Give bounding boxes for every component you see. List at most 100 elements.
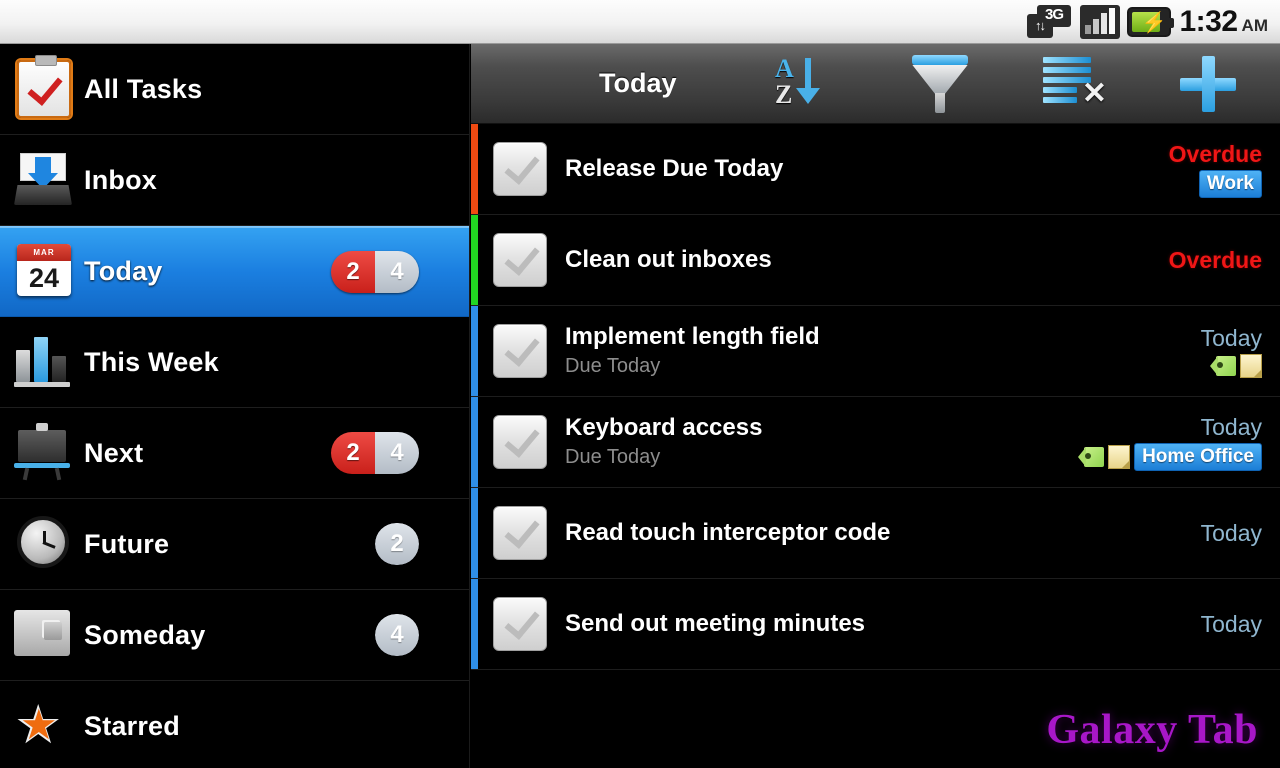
task-meta: Today (1201, 611, 1262, 637)
sidebar-badge-someday: 4 (375, 614, 419, 656)
sidebar-item-label: Someday (84, 619, 206, 650)
task-meta: Today (1201, 520, 1262, 546)
task-row[interactable]: Clean out inboxes Overdue (471, 215, 1280, 306)
task-row[interactable]: Keyboard access Due Today Today Home Off… (471, 397, 1280, 488)
note-icon (1108, 444, 1131, 469)
badge-overdue-count: 2 (331, 432, 375, 474)
due-status: Today (1200, 520, 1262, 546)
task-row[interactable]: Read touch interceptor code Today (471, 488, 1280, 579)
task-title: Read touch interceptor code (565, 519, 891, 546)
task-title: Implement length field (565, 323, 820, 350)
status-bar: 3G ↑↓ ⚡ 1:32 AM (0, 0, 1280, 44)
clock-meridiem: AM (1241, 15, 1268, 35)
priority-bar (471, 306, 478, 396)
device-watermark: Galaxy Tab (1046, 707, 1258, 753)
task-meta: Today Home Office (1078, 414, 1262, 471)
tag-icon (1078, 446, 1105, 467)
filter-funnel-icon[interactable] (908, 53, 972, 115)
task-text: Implement length field Due Today (565, 323, 1201, 379)
signal-bars-icon (1079, 4, 1120, 39)
clipboard-icon (14, 55, 76, 120)
sidebar-item-next[interactable]: Next 2 4 (0, 408, 469, 499)
task-meta: Today (1201, 325, 1262, 378)
task-checkbox[interactable] (493, 142, 547, 196)
task-title: Send out meeting minutes (565, 610, 866, 637)
sidebar-item-label: This Week (84, 346, 219, 377)
priority-bar (471, 579, 478, 669)
sidebar-item-label: Starred (84, 710, 180, 741)
page-title: Today (599, 68, 677, 98)
priority-bar (471, 397, 478, 487)
sidebar-item-starred[interactable]: ★ ★ Starred (0, 681, 469, 768)
main-panel: Today AZ ✕ Release Due Today Overdue Wor… (471, 44, 1280, 768)
sidebar-item-future[interactable]: Future 2 (0, 499, 469, 590)
task-checkbox[interactable] (493, 324, 547, 378)
due-status: Overdue (1168, 247, 1262, 273)
task-text: Release Due Today (565, 155, 1169, 183)
star-icon: ★ ★ (14, 695, 63, 755)
task-title: Keyboard access (565, 414, 763, 441)
task-row[interactable]: Release Due Today Overdue Work (471, 124, 1280, 215)
task-list: Release Due Today Overdue Work Clean out… (471, 124, 1280, 670)
task-title: Clean out inboxes (565, 246, 772, 273)
archive-box-icon (14, 604, 76, 666)
tag-icon (1210, 355, 1236, 376)
android-tablet-screen: 3G ↑↓ ⚡ 1:32 AM All Tasks Inbox MAR 24 T… (0, 0, 1280, 768)
context-badge: Home Office (1134, 442, 1262, 471)
bar-chart-icon (14, 331, 76, 393)
task-text: Send out meeting minutes (565, 610, 1201, 638)
sidebar-item-label: Today (84, 256, 163, 286)
due-status: Today (1200, 324, 1262, 351)
task-subtitle: Due Today (565, 446, 661, 468)
sidebar-item-label: All Tasks (84, 73, 203, 104)
sidebar-item-label: Future (84, 528, 170, 559)
sidebar-item-this-week[interactable]: This Week (0, 317, 469, 408)
sidebar-item-inbox[interactable]: Inbox (0, 135, 469, 226)
add-plus-icon[interactable] (1176, 53, 1240, 115)
sidebar-badge-today: 2 4 (331, 250, 419, 293)
3g-icon: 3G ↑↓ (1026, 4, 1073, 39)
note-icon (1240, 353, 1262, 378)
task-title: Release Due Today (565, 155, 784, 182)
task-badges: Home Office (1078, 442, 1262, 471)
clock-icon (14, 513, 76, 575)
task-row[interactable]: Send out meeting minutes Today (471, 579, 1280, 670)
task-text: Read touch interceptor code (565, 519, 1201, 547)
badge-total-count: 2 (375, 523, 419, 565)
badge-overdue-count: 2 (331, 250, 375, 293)
sidebar-badge-next: 2 4 (331, 432, 419, 474)
sidebar-item-today[interactable]: MAR 24 Today 2 4 (0, 226, 469, 317)
sidebar-item-label: Inbox (84, 164, 157, 195)
badge-total-count: 4 (375, 432, 419, 474)
task-checkbox[interactable] (493, 597, 547, 651)
clear-list-icon[interactable]: ✕ (1042, 53, 1107, 115)
task-subtitle: Due Today (565, 355, 661, 377)
task-text: Keyboard access Due Today (565, 414, 1078, 470)
easel-icon (14, 422, 76, 484)
inbox-tray-icon (14, 149, 76, 211)
sidebar-item-all-tasks[interactable]: All Tasks (0, 44, 469, 135)
task-checkbox[interactable] (493, 415, 547, 469)
priority-bar (471, 488, 478, 578)
task-text: Clean out inboxes (565, 246, 1169, 274)
due-status: Overdue (1168, 140, 1262, 167)
status-clock: 1:32 AM (1180, 5, 1269, 39)
task-checkbox[interactable] (493, 233, 547, 287)
context-badge: Work (1198, 169, 1262, 198)
task-checkbox[interactable] (493, 506, 547, 560)
sidebar-badge-future: 2 (375, 523, 419, 565)
clock-time: 1:32 (1179, 4, 1239, 38)
main-toolbar: Today AZ ✕ (471, 44, 1280, 124)
priority-bar (471, 124, 478, 214)
task-badges: Work (1198, 169, 1262, 198)
battery-charging-icon: ⚡ (1126, 6, 1174, 37)
toolbar-actions: AZ ✕ (774, 53, 1240, 115)
task-badges (1210, 353, 1262, 378)
sidebar-item-label: Next (84, 437, 144, 468)
sort-az-descending-icon[interactable]: AZ (774, 53, 838, 115)
task-row[interactable]: Implement length field Due Today Today (471, 306, 1280, 397)
sidebar-item-someday[interactable]: Someday 4 (0, 590, 469, 681)
badge-total-count: 4 (375, 614, 419, 656)
task-meta: Overdue (1169, 247, 1262, 273)
3g-arrows: ↑↓ (1035, 17, 1046, 33)
